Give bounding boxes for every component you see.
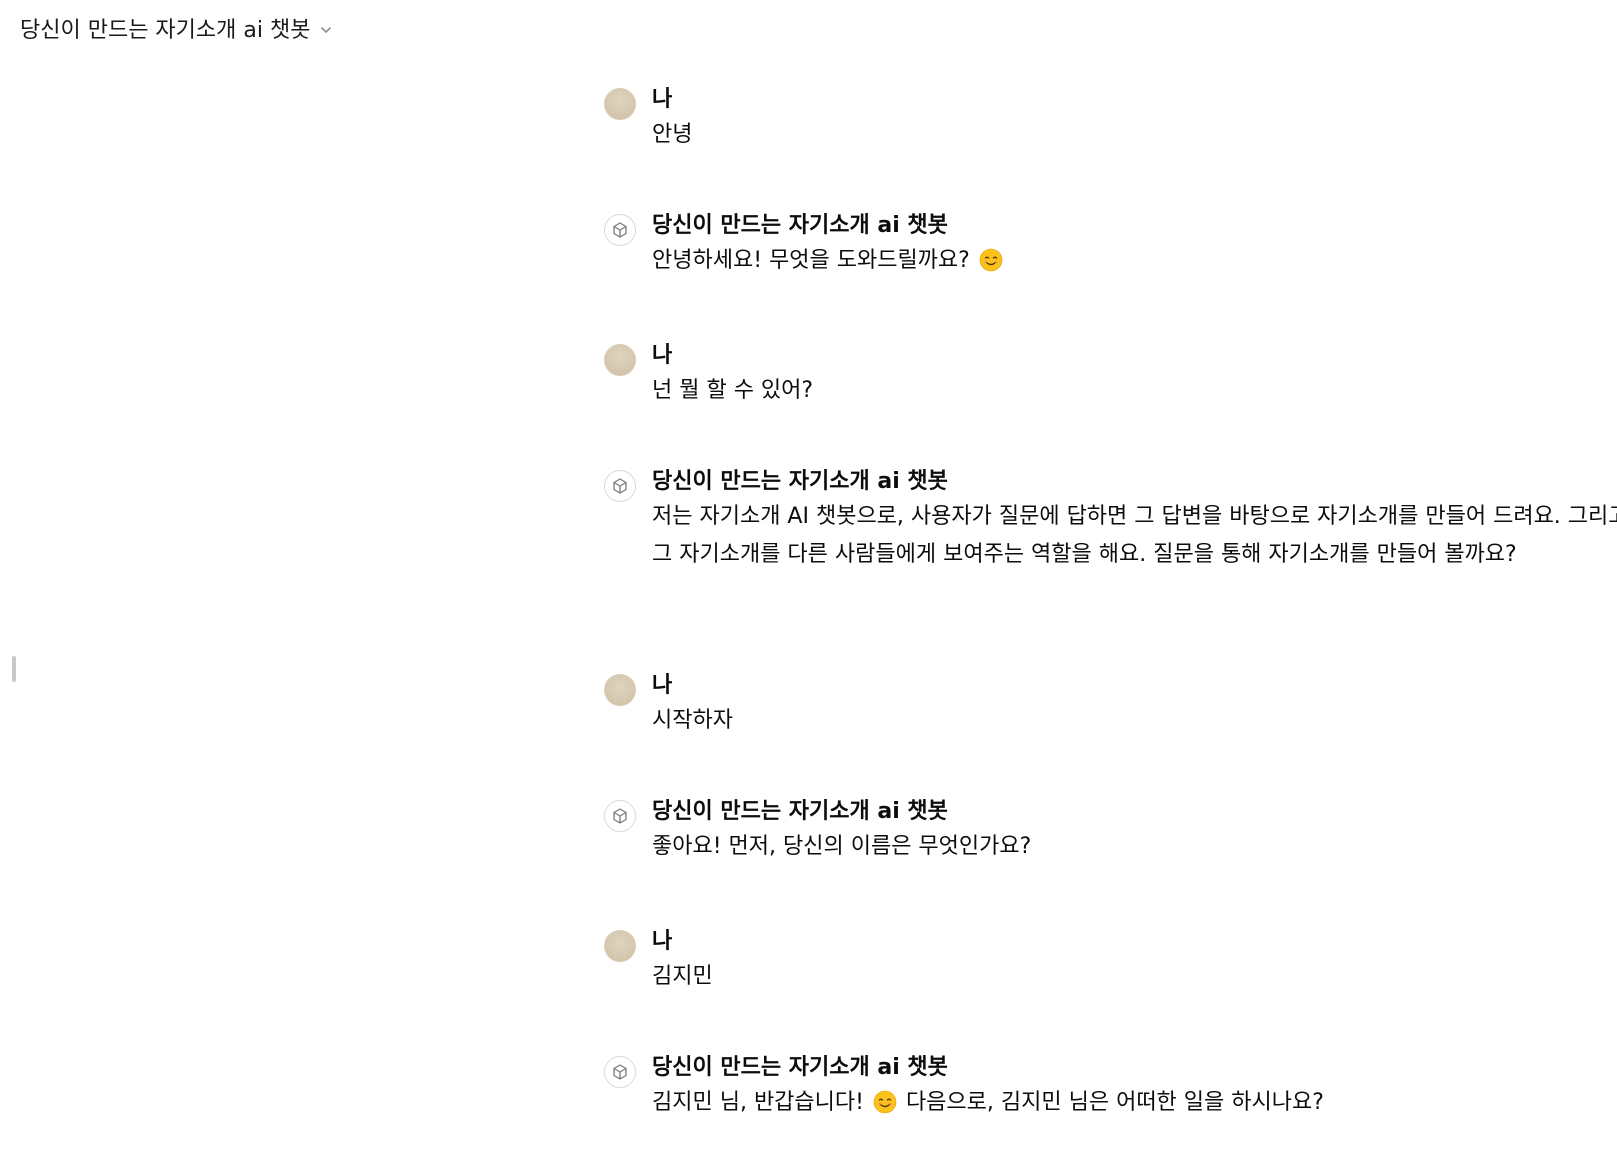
message-text: 시작하자 — [652, 708, 733, 733]
message-sender: 나 — [652, 929, 673, 954]
message-text: 넌 뭘 할 수 있어? — [652, 378, 814, 403]
message-text: 김지민 님, 반갑습니다! 다음으로, 김지민 님은 어떠한 일을 하시나요? — [652, 1089, 1324, 1115]
bot-avatar — [604, 470, 636, 502]
message-sender: 당신이 만드는 자기소개 ai 챗봇 — [652, 799, 948, 824]
message-user: 나 시작하자 — [604, 672, 1617, 740]
message-sender: 나 — [652, 343, 673, 368]
message-sender: 당신이 만드는 자기소개 ai 챗봇 — [652, 213, 948, 238]
user-avatar — [604, 930, 636, 962]
message-user: 나 김지민 — [604, 928, 1617, 996]
sidebar-resize-handle[interactable] — [12, 656, 16, 682]
message-sender: 나 — [652, 87, 673, 112]
user-avatar — [604, 88, 636, 120]
user-avatar — [604, 344, 636, 376]
message-text: 안녕하세요! 무엇을 도와드릴까요? — [652, 242, 1617, 280]
bot-avatar — [604, 214, 636, 246]
message-text: 저는 자기소개 AI 챗봇으로, 사용자가 질문에 답하면 그 답변을 바탕으로… — [652, 504, 1617, 567]
message-sender: 당신이 만드는 자기소개 ai 챗봇 — [652, 1055, 948, 1080]
smiling-face-emoji-icon — [979, 247, 1003, 272]
cube-icon — [613, 808, 627, 824]
chevron-down-icon — [318, 22, 334, 38]
smiling-face-emoji-icon — [873, 1089, 897, 1114]
message-assistant: 당신이 만드는 자기소개 ai 챗봇 김지민 님, 반갑습니다! 다음으로, 김… — [604, 1054, 1617, 1122]
message-assistant: 당신이 만드는 자기소개 ai 챗봇 안녕하세요! 무엇을 도와드릴까요? — [604, 212, 1617, 280]
message-assistant: 당신이 만드는 자기소개 ai 챗봇 좋아요! 먼저, 당신의 이름은 무엇인가… — [604, 798, 1617, 866]
page-title: 당신이 만드는 자기소개 ai 챗봇 — [20, 18, 311, 43]
chat-title-dropdown[interactable]: 당신이 만드는 자기소개 ai 챗봇 — [20, 10, 334, 46]
message-user: 나 안녕 — [604, 86, 1617, 154]
bot-avatar — [604, 800, 636, 832]
message-user: 나 넌 뭘 할 수 있어? — [604, 342, 1617, 410]
cube-icon — [613, 1064, 627, 1080]
cube-icon — [613, 478, 627, 494]
cube-icon — [613, 222, 627, 238]
message-text: 안녕 — [652, 122, 693, 147]
message-sender: 당신이 만드는 자기소개 ai 챗봇 — [652, 469, 948, 494]
user-avatar — [604, 674, 636, 706]
message-text: 좋아요! 먼저, 당신의 이름은 무엇인가요? — [652, 834, 1032, 859]
bot-avatar — [604, 1056, 636, 1088]
message-assistant: 당신이 만드는 자기소개 ai 챗봇 저는 자기소개 AI 챗봇으로, 사용자가… — [604, 468, 1617, 574]
message-sender: 나 — [652, 673, 673, 698]
message-text: 김지민 — [652, 964, 713, 989]
